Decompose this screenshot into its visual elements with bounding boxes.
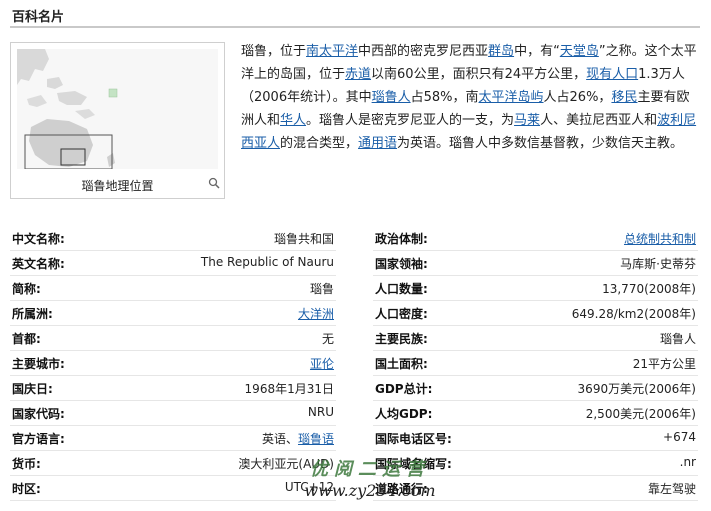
row-value: 瑙鲁 bbox=[309, 282, 334, 296]
map-image bbox=[17, 49, 218, 170]
info-row-national-day: 国庆日: 1968年1月31日 bbox=[10, 376, 336, 401]
info-row-area: 国土面积: 21平方公里 bbox=[373, 351, 698, 376]
row-value: 澳大利亚元(AUD) bbox=[238, 457, 334, 471]
row-label: 国家领袖: bbox=[375, 257, 428, 271]
row-label: 英文名称: bbox=[12, 257, 65, 271]
link-archipelago[interactable]: 群岛 bbox=[488, 44, 514, 59]
row-label: 国家代码: bbox=[12, 407, 65, 421]
info-row-timezone: 时区: UTC+12 bbox=[10, 476, 336, 501]
row-label: 简称: bbox=[12, 282, 41, 296]
row-label: 道路通行: bbox=[375, 482, 428, 496]
info-row-continent: 所属洲: 大洋洲 bbox=[10, 301, 336, 326]
map-card[interactable]: 瑙鲁地理位置 bbox=[10, 42, 225, 199]
info-row-official-language: 官方语言: 英语、瑙鲁语 bbox=[10, 426, 336, 451]
info-table-right: 政治体制: 总统制共和制 国家领袖: 马库斯·史蒂芬 人口数量: 13,770(200… bbox=[373, 226, 698, 501]
info-row-capital: 首都: 无 bbox=[10, 326, 336, 351]
info-row-ethnic-group: 主要民族: 瑙鲁人 bbox=[373, 326, 698, 351]
link-nauruan-language[interactable]: 瑙鲁语 bbox=[298, 432, 334, 446]
row-value: UTC+12 bbox=[284, 480, 334, 494]
info-row-phone-code: 国际电话区号: +674 bbox=[373, 426, 698, 451]
info-row-gdp-total: GDP总计: 3690万美元(2006年) bbox=[373, 376, 698, 401]
link-yaren[interactable]: 亚伦 bbox=[310, 355, 334, 372]
row-value: 3690万美元(2006年) bbox=[577, 382, 696, 396]
link-south-pacific[interactable]: 南太平洋 bbox=[306, 44, 358, 59]
intro-text: 中，有“ bbox=[514, 44, 560, 59]
row-label: 国土面积: bbox=[375, 357, 428, 371]
info-row-gdp-per-capita: 人均GDP: 2,500美元(2006年) bbox=[373, 401, 698, 426]
location-map[interactable] bbox=[17, 49, 218, 170]
intro-text: 。瑙鲁人是密克罗尼亚人的一支，为 bbox=[306, 113, 515, 128]
link-equator[interactable]: 赤道 bbox=[345, 67, 371, 82]
link-malay[interactable]: 马莱 bbox=[514, 113, 540, 128]
row-label: 主要城市: bbox=[12, 357, 65, 371]
row-value: 瑙鲁共和国 bbox=[273, 232, 334, 246]
section-title: 百科名片 bbox=[12, 10, 65, 25]
intro-text: 人、美拉尼西亚人和 bbox=[540, 113, 658, 128]
info-row-currency: 货币: 澳大利亚元(AUD) bbox=[10, 451, 336, 476]
info-row-chinese-name: 中文名称: 瑙鲁共和国 bbox=[10, 226, 336, 251]
info-table-left: 中文名称: 瑙鲁共和国 英文名称: The Republic of Nauru 简称… bbox=[10, 226, 336, 501]
link-population[interactable]: 现有人口 bbox=[586, 67, 638, 82]
info-row-population: 人口数量: 13,770(2008年) bbox=[373, 276, 698, 301]
row-value: 13,770(2008年) bbox=[602, 282, 696, 296]
row-label: 人均GDP: bbox=[375, 407, 433, 421]
link-presidential-republic[interactable]: 总统制共和制 bbox=[624, 230, 696, 247]
info-row-english-name: 英文名称: The Republic of Nauru bbox=[10, 251, 336, 276]
row-label: 首都: bbox=[12, 332, 41, 346]
info-row-leader: 国家领袖: 马库斯·史蒂芬 bbox=[373, 251, 698, 276]
language-english: 英语、 bbox=[261, 432, 298, 446]
row-label: 时区: bbox=[12, 482, 41, 496]
info-row-political-system: 政治体制: 总统制共和制 bbox=[373, 226, 698, 251]
map-caption: 瑙鲁地理位置 bbox=[81, 179, 154, 193]
row-label: 国际电话区号: bbox=[375, 432, 452, 446]
row-value: The Republic of Nauru bbox=[200, 255, 334, 269]
intro-text: 瑙鲁，位于 bbox=[241, 44, 307, 59]
link-pacific-islands[interactable]: 太平洋岛屿 bbox=[479, 90, 544, 105]
info-row-short-name: 简称: 瑙鲁 bbox=[10, 276, 336, 301]
row-value: .nr bbox=[679, 455, 696, 469]
info-row-domain: 国际域名缩写: .nr bbox=[373, 451, 698, 476]
link-immigrants[interactable]: 移民 bbox=[611, 90, 637, 105]
intro-text: 的混合类型， bbox=[280, 136, 359, 151]
row-value: 瑙鲁人 bbox=[659, 332, 696, 346]
link-chinese[interactable]: 华人 bbox=[280, 113, 306, 128]
row-value: 靠左驾驶 bbox=[647, 482, 696, 496]
intro-text: 中西部的密克罗尼西亚 bbox=[358, 44, 489, 59]
info-row-country-code: 国家代码: NRU bbox=[10, 401, 336, 426]
intro-text: 为英语。瑙鲁人中多数信基督教，少数信天主教。 bbox=[397, 136, 684, 151]
row-label: 官方语言: bbox=[12, 432, 65, 446]
info-row-main-city: 主要城市: 亚伦 bbox=[10, 351, 336, 376]
row-label: GDP总计: bbox=[375, 382, 433, 396]
section-header: 百科名片 bbox=[10, 4, 700, 28]
link-paradise-island[interactable]: 天堂岛 bbox=[560, 44, 599, 59]
info-row-population-density: 人口密度: 649.28/km2(2008年) bbox=[373, 301, 698, 326]
row-label: 主要民族: bbox=[375, 332, 428, 346]
row-value: 无 bbox=[321, 332, 334, 346]
row-label: 人口数量: bbox=[375, 282, 428, 296]
row-label: 所属洲: bbox=[12, 307, 53, 321]
info-row-traffic: 道路通行: 靠左驾驶 bbox=[373, 476, 698, 501]
intro-text: 占58%，南 bbox=[410, 90, 479, 105]
row-value: 马库斯·史蒂芬 bbox=[620, 257, 696, 271]
row-value: NRU bbox=[307, 405, 334, 419]
link-common-language[interactable]: 通用语 bbox=[358, 136, 397, 151]
row-value: 2,500美元(2006年) bbox=[585, 407, 696, 421]
intro-text: 人占26%， bbox=[543, 90, 612, 105]
row-value: 21平方公里 bbox=[632, 357, 696, 371]
row-label: 国际域名缩写: bbox=[375, 457, 452, 471]
link-oceania[interactable]: 大洋洲 bbox=[298, 305, 334, 322]
row-label: 人口密度: bbox=[375, 307, 428, 321]
row-value: 英语、瑙鲁语 bbox=[262, 430, 334, 447]
row-label: 中文名称: bbox=[12, 232, 65, 246]
row-label: 货币: bbox=[12, 457, 41, 471]
row-value: 1968年1月31日 bbox=[244, 382, 334, 396]
intro-paragraph: 瑙鲁，位于南太平洋中西部的密克罗尼西亚群岛中，有“天堂岛”之称。这个太平洋上的岛… bbox=[241, 40, 701, 155]
row-value: 649.28/km2(2008年) bbox=[571, 307, 696, 321]
zoom-icon[interactable] bbox=[208, 177, 220, 192]
intro-text: 以南60公里，面积只有24平方公里， bbox=[371, 67, 587, 82]
row-value: +674 bbox=[663, 430, 696, 444]
row-label: 政治体制: bbox=[375, 232, 428, 246]
row-label: 国庆日: bbox=[12, 382, 53, 396]
link-nauruans[interactable]: 瑙鲁人 bbox=[372, 90, 411, 105]
